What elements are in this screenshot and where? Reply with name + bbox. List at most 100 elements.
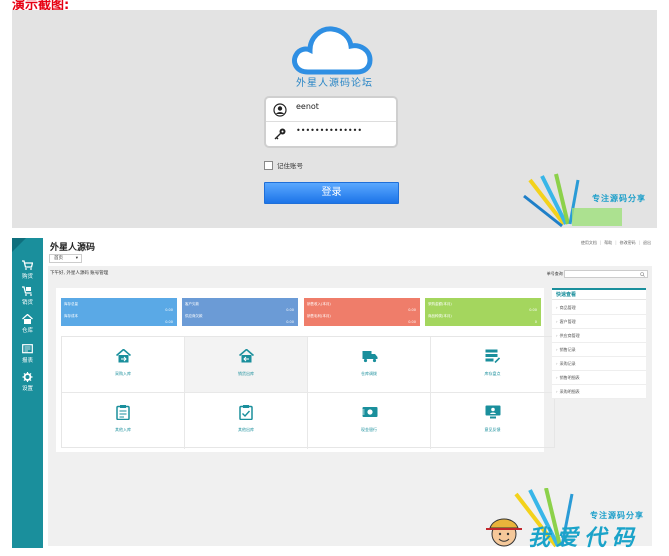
key-icon <box>274 128 286 140</box>
stat-card-inventory[interactable]: 库存总量 0.00 库存成本 0.00 <box>61 298 177 326</box>
sidebar-item-sales[interactable]: 销货 <box>12 286 43 306</box>
watermark-brand: 我爱代码 <box>528 525 641 551</box>
search-icon[interactable] <box>640 272 645 277</box>
shortcut-label: 采购入库 <box>115 371 131 376</box>
stat-value: 0.00 <box>529 308 537 312</box>
shortcut-label: 其他出库 <box>238 427 254 432</box>
link-help[interactable]: 帮助 <box>604 240 612 246</box>
shortcut-other-out[interactable]: 其他出库 <box>185 393 308 449</box>
login-button[interactable]: 登录 <box>264 182 399 204</box>
shortcut-label: 销货出库 <box>238 371 254 376</box>
quick-item[interactable]: › 客户管理 <box>552 315 646 329</box>
shortcut-label: 现金银行 <box>361 427 377 432</box>
report-icon <box>22 344 33 354</box>
cloud-logo-icon <box>292 26 373 75</box>
search-label: 单号查询 <box>546 271 563 276</box>
quick-item[interactable]: › 销售明细表 <box>552 371 646 385</box>
search-input[interactable] <box>564 270 648 278</box>
stat-label: 客户欠款 <box>185 302 199 306</box>
quick-item[interactable]: › 销售记录 <box>552 343 646 357</box>
stat-card-sales[interactable]: 销售收入(本月) 0.00 销售毛利(本月) 0.00 <box>304 298 420 326</box>
overview-panel: 库存总量 0.00 库存成本 0.00 客户欠款 0.00 供应商欠款 0.00… <box>56 288 555 452</box>
order-search: 单号查询 <box>547 270 648 278</box>
link-logout[interactable]: 退出 <box>643 240 651 246</box>
quick-view-panel: 快速查看 › 商品管理 › 客户管理 › 供应商管理 › 销售记录 › 采购记录 › 销售明… <box>552 288 646 399</box>
breadcrumb: 下午好, 外星人源码 账号管理 <box>50 271 109 276</box>
watermark-text: 专注源码分享 <box>592 194 646 203</box>
forum-title: 外星人源码论坛 <box>296 78 373 89</box>
shortcut-label: 意见反馈 <box>484 427 501 432</box>
shortcut-cash-bank[interactable]: 现金银行 <box>308 393 431 449</box>
shortcut-label: 库存盘点 <box>484 371 501 376</box>
stat-value: 0.00 <box>286 308 294 312</box>
sidebar-corner-badge <box>12 238 26 252</box>
stat-label: 供应商欠款 <box>185 314 203 318</box>
stat-value: 0.00 <box>286 320 294 324</box>
tab-home[interactable]: 首页 ▾ <box>49 254 82 263</box>
password-field[interactable]: •••••••••••••• <box>266 122 396 146</box>
quick-item[interactable]: › 商品管理 <box>552 301 646 315</box>
shortcut-transfer[interactable]: 仓库调拨 <box>308 337 431 393</box>
sales-out-icon <box>239 349 254 363</box>
shortcut-feedback[interactable]: 意见反馈 <box>431 393 554 449</box>
app-title: 外星人源码 <box>50 243 96 253</box>
sidebar-label: 购货 <box>21 274 33 280</box>
inventory-icon <box>485 349 500 363</box>
shortcut-sales-out[interactable]: 销货出库 <box>185 337 308 393</box>
top-links: 使用文档 | 帮助 | 修改密码 | 退出 <box>580 240 651 246</box>
chevron-down-icon: ▾ <box>75 256 78 261</box>
warehouse-icon <box>22 314 33 324</box>
link-change-password[interactable]: 修改密码 <box>620 240 636 246</box>
stat-value: 0.00 <box>408 308 416 312</box>
sidebar-label: 设置 <box>21 386 33 392</box>
shortcut-label: 其他入库 <box>115 427 131 432</box>
username-value: eenot <box>296 102 319 111</box>
sidebar-item-report[interactable]: 报表 <box>12 344 43 364</box>
remember-checkbox[interactable] <box>264 160 273 170</box>
shortcut-inventory[interactable]: 库存盘点 <box>431 337 554 393</box>
other-out-icon <box>239 405 253 420</box>
stat-label: 采购金额(本月) <box>428 302 452 306</box>
cash-icon <box>362 407 378 417</box>
stat-label: 商品种类(本月) <box>428 314 452 318</box>
stat-card-purchase[interactable]: 采购金额(本月) 0.00 商品种类(本月) 0 <box>425 298 541 326</box>
link-docs[interactable]: 使用文档 <box>581 240 597 246</box>
sidebar-item-purchase[interactable]: 购货 <box>12 260 43 280</box>
stat-label: 销售收入(本月) <box>307 302 331 306</box>
sidebar-item-warehouse[interactable]: 仓库 <box>12 314 43 334</box>
stat-value: 0.00 <box>408 320 416 324</box>
sidebar-item-settings[interactable]: 设置 <box>12 372 43 392</box>
login-form: eenot •••••••••••••• <box>264 96 398 148</box>
tab-home-label: 首页 <box>54 256 63 261</box>
shortcut-other-in[interactable]: 其他入库 <box>62 393 185 449</box>
gear-icon <box>22 372 33 382</box>
shortcut-purchase-in[interactable]: 采购入库 <box>62 337 185 393</box>
sales-icon <box>22 286 32 296</box>
stat-label: 库存成本 <box>64 314 78 318</box>
sidebar-label: 销货 <box>21 300 33 306</box>
stat-value: 0.00 <box>165 308 173 312</box>
transfer-icon <box>362 351 378 363</box>
stat-card-debts[interactable]: 客户欠款 0.00 供应商欠款 0.00 <box>182 298 298 326</box>
shortcut-grid: 采购入库 销货出库 仓库调拨 库存盘点 其他入库 其他出库 现金银行 意见反馈 <box>61 336 555 449</box>
stat-label: 销售毛利(本月) <box>307 314 331 318</box>
quick-item[interactable]: › 供应商管理 <box>552 329 646 343</box>
stat-value: 0 <box>534 320 537 324</box>
stat-label: 库存总量 <box>64 302 78 306</box>
user-icon <box>273 103 287 117</box>
shortcut-label: 仓库调拨 <box>361 371 377 376</box>
password-value: •••••••••••••• <box>296 126 363 135</box>
other-in-icon <box>116 405 130 420</box>
sidebar: 购货 销货 仓库 报表 设置 <box>12 238 43 548</box>
remember-account[interactable]: 记住账号 <box>264 160 303 170</box>
purchase-in-icon <box>116 349 131 363</box>
quick-view-title: 快速查看 <box>552 288 646 300</box>
sidebar-label: 仓库 <box>21 328 33 334</box>
quick-item[interactable]: › 采购记录 <box>552 357 646 371</box>
sidebar-label: 报表 <box>21 358 33 364</box>
feedback-icon <box>485 405 501 419</box>
quick-item[interactable]: › 采购明细表 <box>552 385 646 399</box>
login-screenshot: 外星人源码论坛 eenot •••••••••••••• 记住账号 登录 专注源… <box>12 10 657 228</box>
username-field[interactable]: eenot <box>266 98 396 122</box>
cart-icon <box>22 260 33 270</box>
